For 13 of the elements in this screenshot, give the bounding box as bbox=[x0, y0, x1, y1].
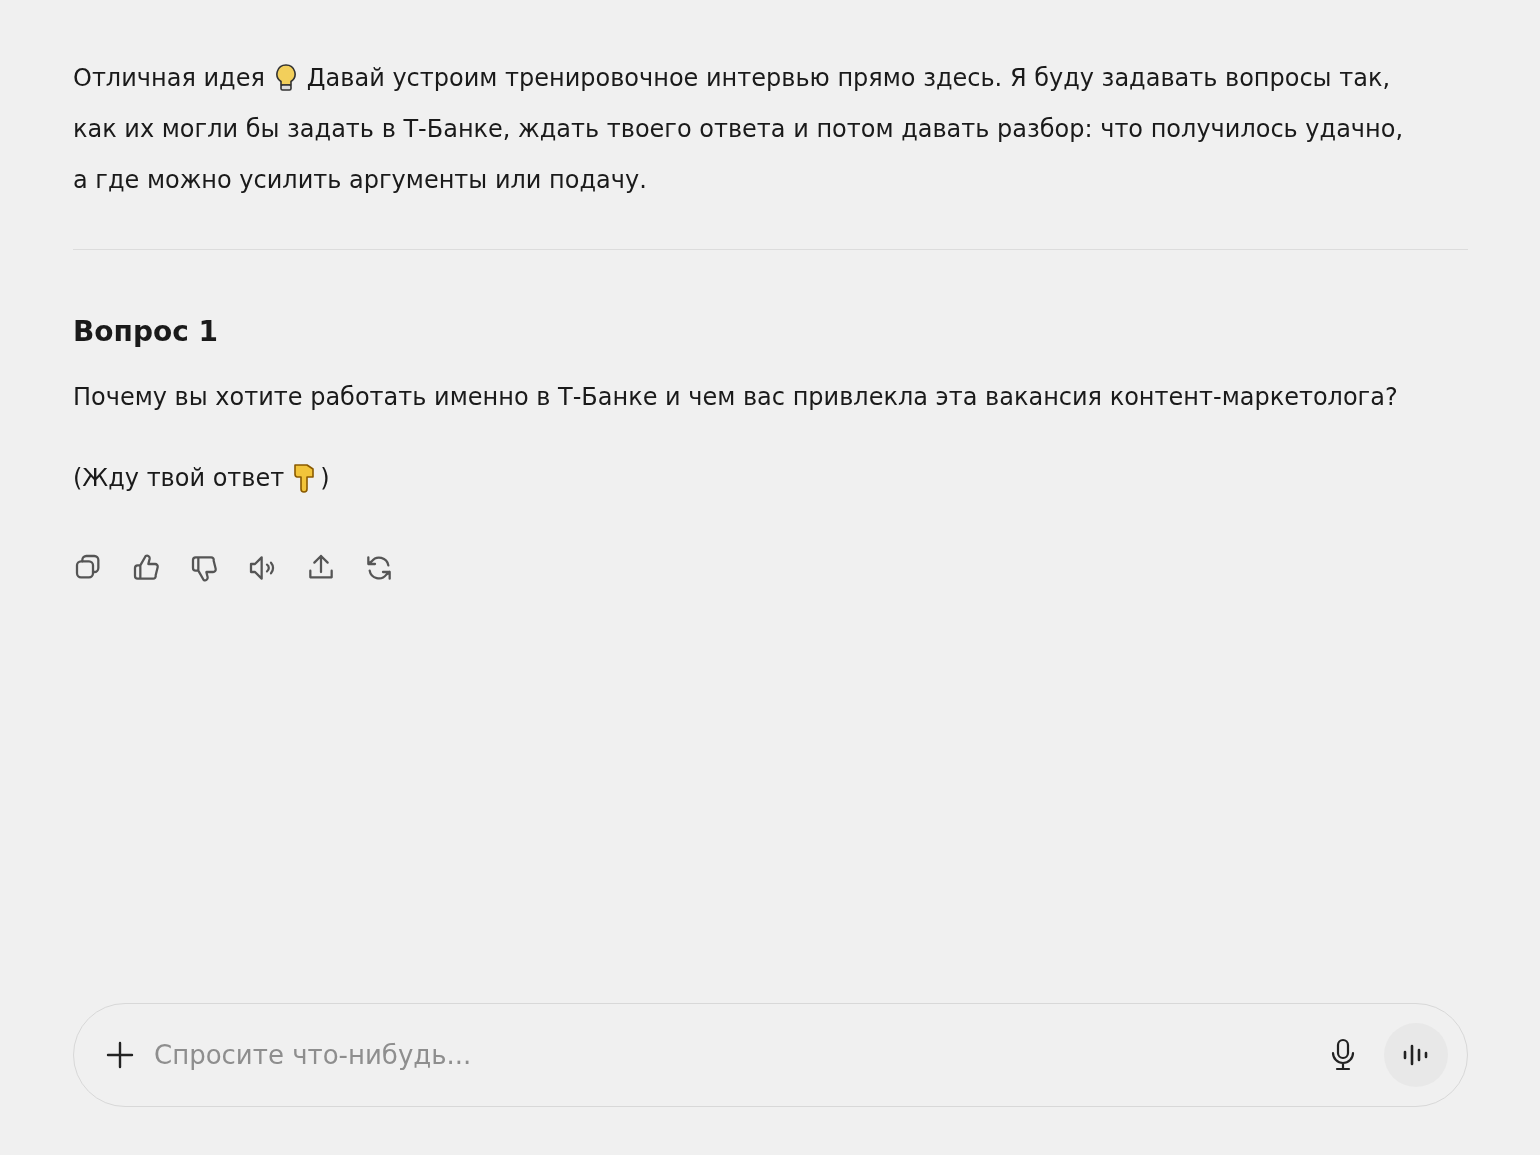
message-input[interactable]: Спросите что-нибудь... bbox=[154, 1040, 1310, 1070]
message-text: как их могли бы задать в Т-Банке, ждать твоего ответа и потом давать разбор: что получилось удачно, bbox=[73, 114, 1404, 143]
question-heading: Вопрос 1 bbox=[73, 314, 220, 350]
message-text: а где можно усилить аргументы или подачу. bbox=[73, 165, 647, 194]
message-text: Давай устроим тренировочное интервью прямо здесь. Я буду задавать вопросы так, bbox=[306, 63, 1390, 92]
message-text: ) bbox=[320, 464, 330, 492]
plus-icon[interactable] bbox=[106, 1041, 134, 1069]
message-text: Отличная идея bbox=[73, 63, 265, 92]
lightbulb-icon bbox=[274, 62, 297, 93]
microphone-icon[interactable] bbox=[1330, 1038, 1356, 1072]
message-text: (Жду твой ответ bbox=[73, 464, 285, 492]
sound-wave-icon bbox=[1402, 1043, 1430, 1067]
question-text: Почему вы хотите работать именно в Т-Банке и чем вас привлекла эта вакансия контент-маркетолога? bbox=[73, 382, 1399, 413]
